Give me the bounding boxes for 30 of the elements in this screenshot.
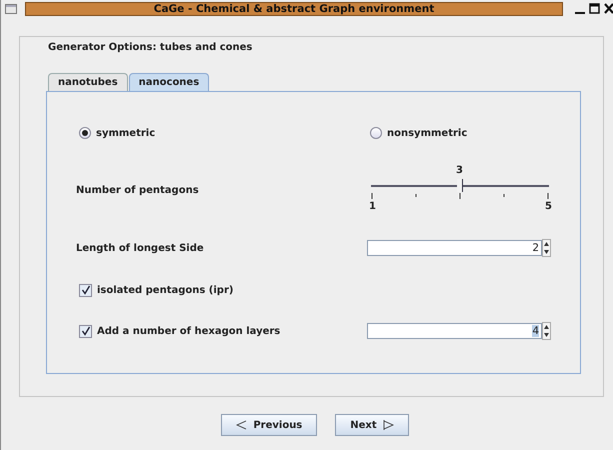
window-menu-icon[interactable] [5, 4, 17, 14]
number-field[interactable]: 2 [367, 240, 542, 256]
checkbox-label: isolated pentagons (ipr) [97, 284, 234, 296]
checkbox[interactable] [79, 284, 92, 296]
radio-label: nonsymmetric [387, 128, 468, 138]
window-title: CaGe - Chemical & abstract Graph environment [25, 2, 563, 16]
checkmark-icon [80, 326, 90, 336]
slider-thumb[interactable] [457, 179, 463, 192]
right-arrow-icon [382, 420, 394, 430]
checkmark-icon [80, 285, 90, 295]
radio-label: symmetric [96, 128, 156, 138]
checkbox-label: Add a number of hexagon layers [97, 326, 280, 336]
radio-button[interactable] [79, 127, 91, 139]
option-label: Number of pentagons [76, 184, 200, 196]
maximize-icon[interactable] [589, 3, 600, 15]
next-button[interactable]: Next [335, 414, 409, 436]
panel-heading: Generator Options: tubes and cones [48, 41, 254, 55]
previous-button[interactable]: Previous [221, 414, 318, 436]
number-field[interactable]: 4 [367, 323, 542, 339]
radio-button[interactable] [370, 127, 382, 139]
checkbox[interactable] [79, 324, 92, 338]
slider-max-label: 5 [545, 201, 552, 212]
spinner-arrows-icon[interactable] [542, 239, 551, 257]
tab[interactable]: nanocones [128, 73, 210, 91]
slider-value: 3 [456, 165, 463, 176]
close-icon[interactable] [604, 3, 613, 15]
slider-min-label: 1 [369, 201, 376, 212]
option-label: Length of longest Side [76, 242, 205, 254]
spinner-arrows-icon[interactable] [542, 322, 551, 340]
tab[interactable]: nanotubes [48, 73, 128, 91]
